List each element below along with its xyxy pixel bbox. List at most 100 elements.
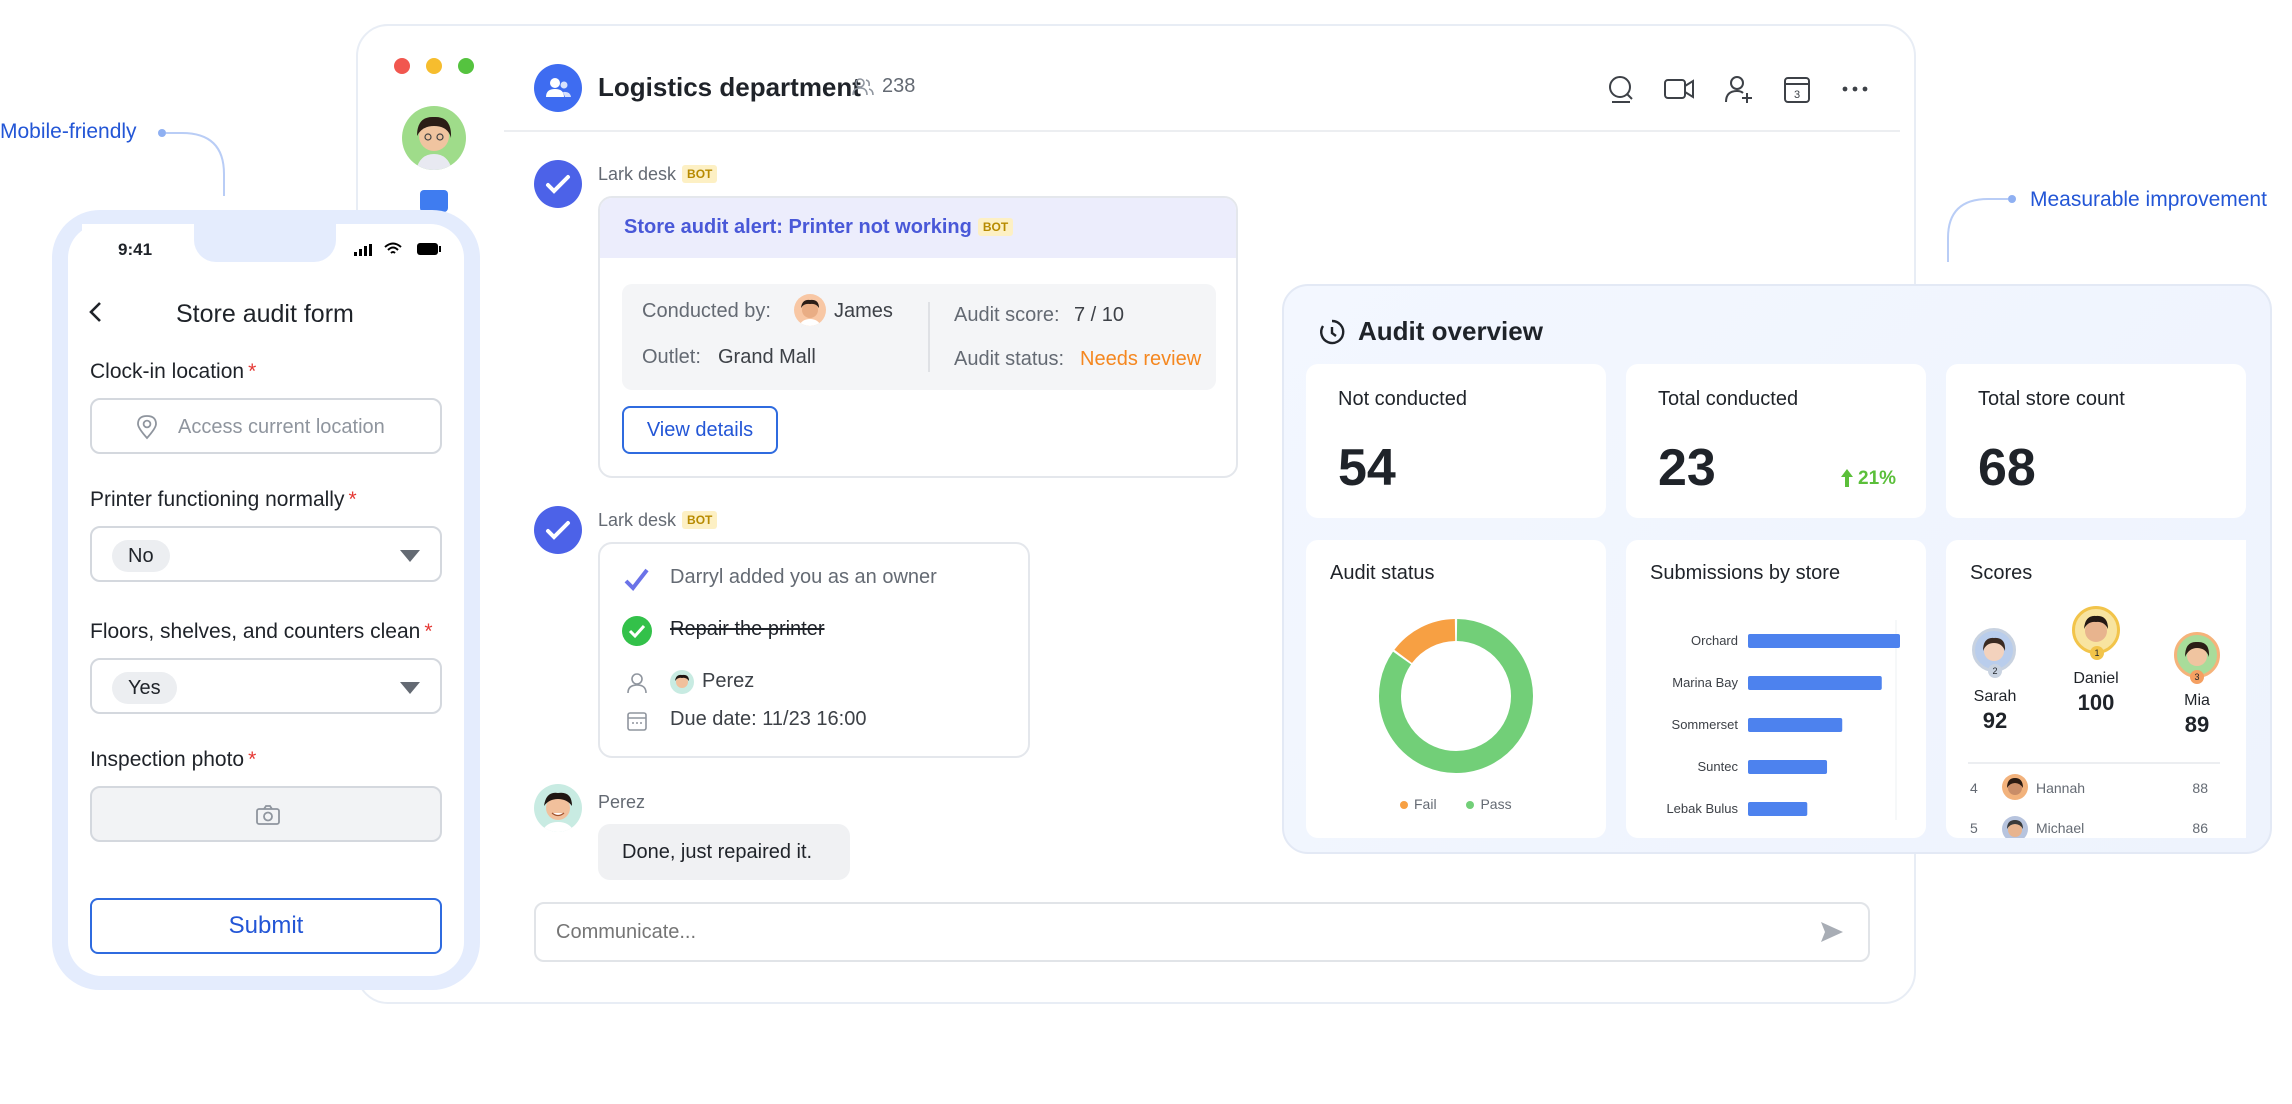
bot-avatar [534,506,582,554]
podium-score: 89 [2184,712,2210,737]
donut-legend: Fail Pass [1400,796,1512,812]
message-sender: Perez [598,792,646,812]
conducted-label: Conducted by: [642,300,771,322]
stat-label: Total conducted [1658,388,1799,410]
bot-tag: BOT [682,511,718,529]
window-close-dot[interactable] [394,58,410,74]
assignee-icon [627,673,647,694]
task-title[interactable]: Repair the printer [670,618,825,641]
donut-slice-fail [1394,619,1456,664]
score-row: 5 Michael 86 [1970,816,2224,838]
stat-delta: 21% [1858,468,1897,489]
reply-bubble: Done, just repaired it. [598,824,850,880]
score-name: Michael [2036,820,2085,836]
audit-score-label: Audit score: [954,304,1060,326]
james-avatar [794,294,826,326]
audit-status-title: Audit status [1330,562,1435,584]
rank-badge: 3 [2190,670,2204,684]
stat-value: 23 [1658,439,1716,497]
task-done-icon[interactable] [622,616,652,646]
bar-label: Marina Bay [1672,675,1738,690]
outlet-label: Outlet: [642,346,701,368]
signal-icon [354,244,372,256]
floors-select[interactable]: Yes [90,658,442,714]
stat-value: 54 [1338,439,1396,497]
bar-lebak-bulus [1748,802,1808,816]
scores-panel: Scores 2 Sarah 92 1 Daniel 100 3 Mia 89 … [1946,540,2246,838]
calendar-icon[interactable]: 3 [1780,72,1814,106]
photo-upload[interactable] [90,786,442,842]
score-rank: 4 [1970,780,1978,796]
timer-icon [1320,319,1345,345]
printer-select[interactable]: No [90,526,442,582]
assignee-name: Perez [702,670,755,692]
bot-tag: BOT [682,165,718,183]
bar-label: Orchard [1691,633,1738,648]
stat-value: 68 [1978,439,2036,497]
add-member-icon[interactable] [1722,72,1756,106]
bar-sommerset [1748,718,1843,732]
mobile-friendly-callout: Mobile-friendly [0,120,137,143]
location-field[interactable]: Access current location [90,398,442,454]
window-minimize-dot[interactable] [426,58,442,74]
message-input[interactable] [556,916,1756,948]
stat-label: Total store count [1978,388,2125,410]
more-icon[interactable] [1838,72,1872,106]
bar-label: Suntec [1698,759,1739,774]
stat-label: Not conducted [1338,388,1467,410]
calendar-app-icon[interactable] [420,190,448,212]
user-avatar[interactable] [402,106,466,170]
score-value: 86 [2192,820,2208,836]
group-avatar[interactable] [534,64,582,112]
printer-label: Printer functioning normally * [90,488,357,511]
audit-status-value: Needs review [1080,348,1202,370]
back-icon[interactable] [86,300,106,324]
audit-alert-card: Store audit alert: Printer not working BO… [598,196,1238,478]
bar-label: Sommerset [1672,717,1739,732]
michael-avatar [2002,816,2028,838]
legend-pass-dot [1466,801,1475,809]
location-label: Clock-in location * [90,360,257,383]
photo-label: Inspection photo * [90,748,257,771]
phone-time: 9:41 [118,240,153,259]
chat-title: Logistics department [598,72,861,102]
legend-pass: Pass [1480,796,1512,812]
stat-store-count: Total store count 68 [1946,364,2246,518]
measurable-improvement-callout: Measurable improvement [2030,188,2267,211]
dashboard-title: Audit overview [1358,316,1543,346]
owner-added-icon [624,568,649,592]
perez-avatar [670,670,694,694]
message-sender: Lark desk BOT [598,164,718,185]
video-icon[interactable] [1662,72,1696,106]
chevron-down-icon[interactable] [400,682,420,694]
legend-fail-dot [1400,801,1408,809]
view-details-button[interactable]: View details [622,406,778,454]
arrow-up-icon [1841,469,1853,487]
due-date-icon [627,712,647,731]
window-maximize-dot[interactable] [458,58,474,74]
podium-name: Sarah [1973,688,2017,705]
conducted-by: James [834,300,893,322]
submit-button[interactable]: Submit [90,898,442,954]
send-icon[interactable] [1818,918,1846,946]
scores-divider [1968,762,2220,764]
score-rank: 5 [1970,820,1978,836]
printer-value: No [112,540,170,572]
due-date: Due date: 11/23 16:00 [670,708,867,730]
mobile-callout-connector [158,129,225,196]
stat-not-conducted: Not conducted 54 [1306,364,1606,518]
camera-icon [256,805,280,825]
location-pin-icon [137,415,157,440]
score-row: 4 Hannah 88 [1970,774,2224,802]
chevron-down-icon[interactable] [400,550,420,562]
owner-added-text: Darryl added you as an owner [670,566,937,588]
stat-total-conducted: Total conducted 23 21% [1626,364,1926,518]
audit-alert-title: Store audit alert: Printer not working BO… [624,216,1014,239]
header-divider [504,130,1900,132]
measurable-callout-connector [1947,195,2016,262]
outlet-value: Grand Mall [718,346,816,368]
score-value: 88 [2192,780,2208,796]
search-icon[interactable] [1604,72,1638,106]
submissions-title: Submissions by store [1650,562,1841,584]
audit-status-label: Audit status: [954,348,1065,370]
